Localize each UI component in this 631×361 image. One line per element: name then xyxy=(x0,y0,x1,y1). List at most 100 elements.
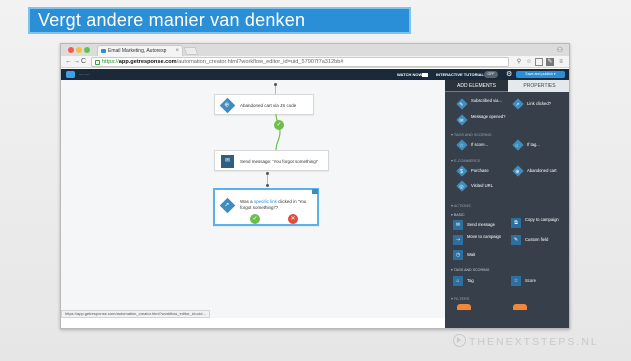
action-score[interactable]: ☆ Score xyxy=(511,276,569,288)
url-path: /automation_creator.html?workflow_editor… xyxy=(176,59,344,65)
section-tags-scoring: ▾ TAGS AND SCORING xyxy=(451,133,492,137)
element-visited-url[interactable]: ◎ Visited URL xyxy=(456,180,512,193)
video-icon xyxy=(422,73,428,77)
score-icon: ☆ xyxy=(456,139,468,151)
favicon-icon xyxy=(101,49,106,53)
url-host: app.getresponse.com xyxy=(118,59,177,65)
element-label: Abandoned cart xyxy=(527,168,557,173)
url-scheme: https:// xyxy=(102,59,119,65)
element-label: Move to campaign xyxy=(467,234,502,239)
cart-icon: ⊕ xyxy=(219,97,236,114)
section-label: E-COMMERCE xyxy=(453,159,481,163)
element-label: Message opened? xyxy=(471,114,506,119)
browser-tabstrip: Email Marketing, Autoresp × ⚇ xyxy=(61,44,569,56)
envelope-icon: ✉ xyxy=(221,155,234,168)
subsection-basic: ▾ BASIC xyxy=(451,213,465,217)
save-and-publish-label: Save and publish xyxy=(525,72,553,76)
address-bar[interactable]: https://app.getresponse.com/automation_c… xyxy=(91,57,509,67)
elements-panel: ADD ELEMENTS PROPERTIES ✎ Subscribed via… xyxy=(445,80,569,328)
element-purchase[interactable]: $ Purchase xyxy=(456,165,512,178)
yes-branch-icon[interactable]: ✓ xyxy=(250,214,260,224)
watch-now-link[interactable]: WATCH NOW xyxy=(397,69,422,80)
new-tab-button[interactable] xyxy=(183,47,199,55)
element-label: Custom field xyxy=(525,237,549,242)
search-icon[interactable]: ⚲ xyxy=(515,58,523,66)
status-bar-url: https://app.getresponse.com/automation_c… xyxy=(61,310,210,318)
element-label: Wait xyxy=(467,252,476,257)
subscribed-icon: ✎ xyxy=(456,98,468,110)
element-label: Visited URL xyxy=(471,183,494,188)
action-copy-to-campaign[interactable]: ⧉ Copy to campaign xyxy=(511,217,569,230)
minimize-window-icon[interactable] xyxy=(76,47,82,53)
element-if-score[interactable]: ☆ If score... xyxy=(456,139,512,152)
section-label: BASIC xyxy=(453,213,465,217)
element-label: If score... xyxy=(471,142,489,147)
filter-element-peek[interactable] xyxy=(457,304,471,310)
extension-icon[interactable] xyxy=(535,58,543,66)
purchase-icon: $ xyxy=(456,165,468,177)
link-icon: ↗ xyxy=(512,98,524,110)
settings-gear-icon[interactable]: ⚙ xyxy=(506,69,512,80)
browser-tab[interactable]: Email Marketing, Autoresp × xyxy=(97,45,183,56)
close-tab-icon[interactable]: × xyxy=(175,46,179,56)
section-filters: ▾ FILTERS xyxy=(451,297,470,301)
maximize-window-icon[interactable] xyxy=(84,47,90,53)
action-wait[interactable]: ◷ Wait xyxy=(453,250,508,262)
element-label: If tag... xyxy=(527,142,540,147)
play-circle-icon xyxy=(453,334,466,347)
lock-icon xyxy=(95,60,100,65)
element-label: Copy to campaign xyxy=(525,217,559,222)
tutorial-toggle[interactable]: OFF xyxy=(484,71,498,78)
element-label: Link clicked? xyxy=(527,101,551,106)
cart-icon: ⊕ xyxy=(512,165,524,177)
specific-link[interactable]: specific link xyxy=(254,199,277,204)
subsection-tags-scoring: ▾ TAGS AND SCORING xyxy=(451,268,490,272)
reload-icon[interactable]: C xyxy=(81,57,86,67)
bookmark-star-icon[interactable]: ☆ xyxy=(525,58,533,66)
section-label: TAGS AND SCORING xyxy=(453,268,490,272)
logo-text: — — xyxy=(79,72,90,77)
save-and-publish-button[interactable]: Save and publish ▾ xyxy=(516,71,565,78)
element-message-opened[interactable]: ✉ Message opened? xyxy=(456,114,512,127)
tag-icon: ⌂ xyxy=(453,276,463,286)
profile-icon[interactable]: ⚇ xyxy=(557,46,563,54)
pocket-icon[interactable]: ✎ xyxy=(546,58,554,66)
browser-window: Email Marketing, Autoresp × ⚇ ← → C http… xyxy=(60,43,570,329)
action-tag[interactable]: ⌂ Tag xyxy=(453,276,508,288)
filter-element-peek[interactable] xyxy=(513,304,527,310)
element-link-clicked[interactable]: ↗ Link clicked? xyxy=(512,98,568,111)
trigger-node-label: Abandoned cart via JS code xyxy=(240,103,297,108)
action-custom-field[interactable]: ✎ Custom field xyxy=(511,235,569,247)
element-label: Score xyxy=(525,278,536,283)
send-message-node[interactable]: ✉ Send message: 'You forgot something!' xyxy=(214,150,329,171)
globe-icon: ◎ xyxy=(456,180,468,192)
connector-dot xyxy=(266,184,269,187)
action-send-message[interactable]: ✉ Send message xyxy=(453,220,508,232)
node-settings-icon[interactable] xyxy=(312,189,318,194)
action-move-to-campaign[interactable]: ⇢ Move to campaign xyxy=(453,234,508,247)
element-if-tag[interactable]: ⌂ If tag... xyxy=(512,139,568,152)
interactive-tutorial-label: INTERACTIVE TUTORIAL xyxy=(436,72,484,77)
close-window-icon[interactable] xyxy=(68,47,74,53)
menu-icon[interactable]: ≡ xyxy=(557,58,565,66)
tab-add-elements[interactable]: ADD ELEMENTS xyxy=(445,80,508,92)
section-label: TAGS AND SCORING xyxy=(453,133,492,137)
back-arrow-icon[interactable]: ← xyxy=(65,57,72,67)
browser-toolbar: ← → C https://app.getresponse.com/automa… xyxy=(61,56,569,68)
element-abandoned-cart[interactable]: ⊕ Abandoned cart xyxy=(512,165,568,178)
condition-prefix: Was a xyxy=(240,199,253,204)
forward-arrow-icon[interactable]: → xyxy=(73,57,80,67)
element-label: Subscribed via... xyxy=(471,98,502,103)
no-branch-icon[interactable]: ✕ xyxy=(288,214,298,224)
condition-node-label: Was a specific link clicked in 'You forg… xyxy=(240,199,313,211)
condition-node[interactable]: ↗ Was a specific link clicked in 'You fo… xyxy=(213,188,319,226)
trigger-node[interactable]: ⊕ Abandoned cart via JS code xyxy=(214,94,314,115)
workflow-canvas[interactable]: ⊕ Abandoned cart via JS code ✓ ✉ Send me… xyxy=(61,80,445,318)
element-subscribed-via[interactable]: ✎ Subscribed via... xyxy=(456,98,512,111)
panel-tabs: ADD ELEMENTS PROPERTIES xyxy=(445,80,569,92)
tab-properties[interactable]: PROPERTIES xyxy=(508,80,569,92)
link-clicked-icon: ↗ xyxy=(219,197,236,214)
getresponse-logo-icon xyxy=(66,71,75,78)
element-label: Purchase xyxy=(471,168,489,173)
element-label: Tag xyxy=(467,278,474,283)
